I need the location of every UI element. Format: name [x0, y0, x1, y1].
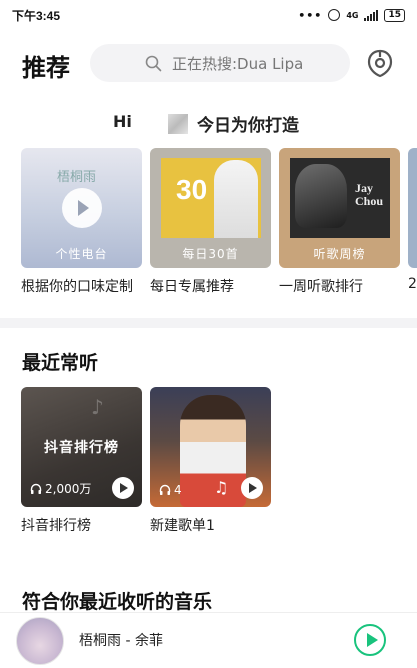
cover-decoration: ♫	[214, 478, 229, 497]
network-type: 4G	[346, 10, 359, 20]
search-placeholder: 正在热搜:Dua Lipa	[172, 54, 304, 73]
notification-dots: •••	[298, 8, 323, 22]
play-icon[interactable]	[62, 188, 102, 228]
card-tag: 每日30首	[182, 247, 239, 261]
recent-section-title: 最近常听	[22, 352, 99, 374]
section-divider	[0, 318, 417, 328]
cover-portrait	[214, 160, 258, 238]
card-tag: 个性电台	[55, 247, 108, 261]
partial-cover	[408, 148, 417, 268]
radio-cover: 梧桐雨 个性电台	[21, 148, 142, 268]
play-count: 2,000万	[30, 480, 91, 497]
alarm-icon	[328, 9, 341, 21]
play-count-value: 4	[174, 483, 182, 497]
play-icon[interactable]	[241, 477, 263, 499]
headphones-icon	[30, 483, 42, 494]
recommend-row: 梧桐雨 个性电台 根据你的口味定制 30 每日30首 每日专属推荐 Jay Ch…	[21, 148, 417, 298]
card-label: 每日专属推荐	[150, 279, 234, 295]
recent-card-playlist[interactable]: ♫ 4 新建歌单1	[150, 387, 271, 535]
battery-icon: 15	[384, 8, 405, 22]
cover-decoration: ♪	[91, 395, 104, 419]
card-tag: 听歌周榜	[313, 247, 366, 261]
now-playing-title: 梧桐雨 - 余菲	[79, 633, 163, 649]
cover-number: 30	[176, 174, 208, 205]
recommend-card-daily[interactable]: 30 每日30首 每日专属推荐	[150, 148, 271, 296]
search-bar[interactable]: 正在热搜:Dua Lipa	[90, 44, 350, 82]
greeting-row: Hi 今日为你打造	[0, 108, 417, 138]
cover-portrait	[295, 164, 347, 228]
headphones-icon	[159, 484, 171, 495]
playlist-cover: ♫ 4	[150, 387, 271, 507]
recent-row: ♪ 抖音排行榜 2,000万 抖音排行榜 ♫ 4 新建歌单1	[21, 387, 417, 537]
daily-cover: 30 每日30首	[150, 148, 271, 268]
card-label: 2	[408, 276, 417, 292]
greeting-hi: Hi	[113, 112, 132, 131]
play-icon[interactable]	[112, 477, 134, 499]
cover-portrait	[180, 395, 246, 507]
signal-icon	[364, 9, 379, 21]
cover-text: 梧桐雨	[57, 170, 97, 185]
card-label: 根据你的口味定制	[21, 279, 133, 295]
now-playing-cover[interactable]	[16, 617, 64, 665]
recommend-card-radio[interactable]: 梧桐雨 个性电台 根据你的口味定制	[21, 148, 142, 296]
status-bar: 下午3:45 ••• 4G 15	[0, 0, 417, 30]
greeting-subtitle: 今日为你打造	[197, 116, 299, 136]
suggest-section-title: 符合你最近收听的音乐	[22, 591, 213, 613]
recognize-music-icon[interactable]	[366, 48, 394, 78]
recommend-card-weekly[interactable]: Jay Chou 听歌周榜 一周听歌排行	[279, 148, 400, 296]
card-label: 一周听歌排行	[279, 279, 363, 295]
search-icon	[145, 55, 162, 72]
weekly-cover: Jay Chou 听歌周榜	[279, 148, 400, 268]
cover-title: 抖音排行榜	[44, 440, 119, 456]
page-title: 推荐	[22, 54, 70, 82]
header: 推荐 正在热搜:Dua Lipa	[0, 40, 417, 90]
status-time: 下午3:45	[12, 8, 61, 23]
recent-card-douyin[interactable]: ♪ 抖音排行榜 2,000万 抖音排行榜	[21, 387, 142, 535]
status-icons: ••• 4G 15	[298, 8, 405, 22]
cover-text: Jay Chou	[355, 181, 384, 208]
play-count: 4	[159, 483, 182, 497]
recent-label: 新建歌单1	[150, 518, 215, 534]
recommend-card-partial[interactable]: 2	[408, 148, 417, 292]
user-avatar[interactable]	[168, 114, 188, 134]
mini-player[interactable]: 梧桐雨 - 余菲	[0, 612, 417, 668]
player-play-button[interactable]	[354, 624, 386, 656]
play-count-value: 2,000万	[45, 482, 92, 496]
douyin-cover: ♪ 抖音排行榜 2,000万	[21, 387, 142, 507]
recent-label: 抖音排行榜	[21, 518, 91, 534]
